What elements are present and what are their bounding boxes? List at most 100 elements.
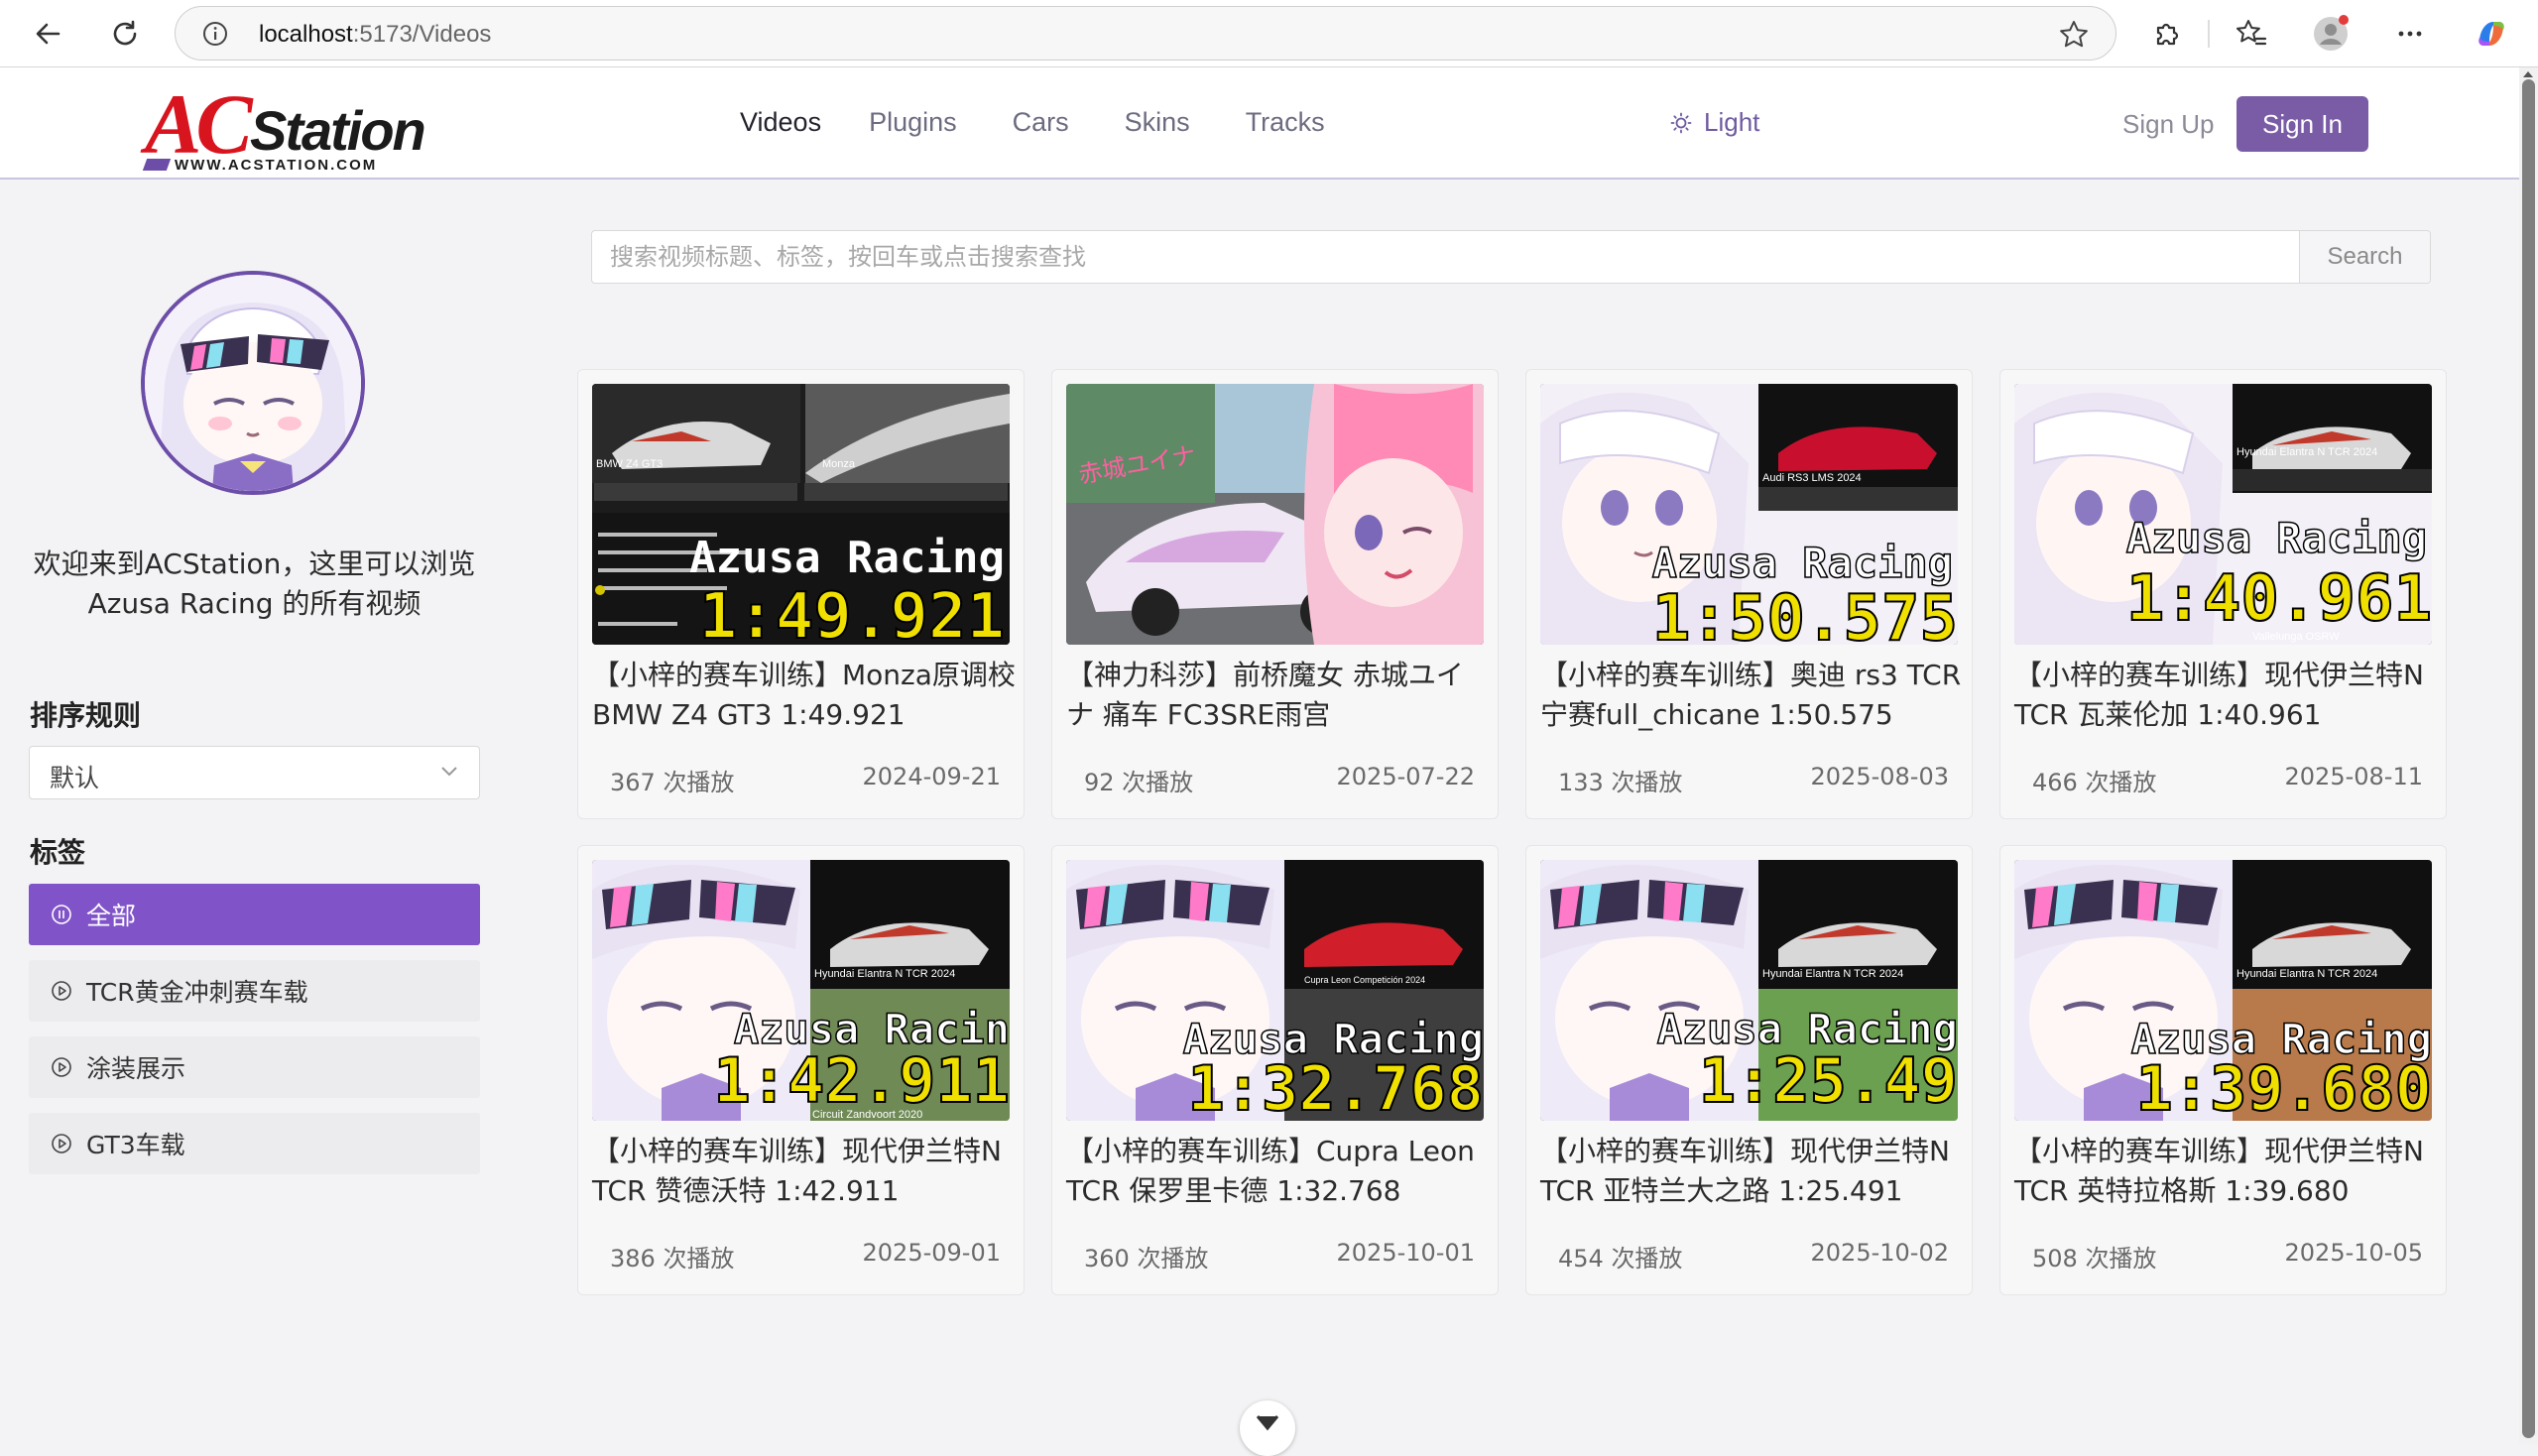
nav-videos[interactable]: Videos (740, 107, 821, 138)
profile-button[interactable] (2305, 8, 2357, 60)
publish-date: 2025-08-11 (2284, 763, 2423, 790)
reload-icon (113, 20, 137, 46)
video-thumbnail[interactable]: Audi RS3 LMS 2024 Azusa Racing 1:50.575 (1540, 384, 1958, 645)
video-card[interactable]: Hyundai Elantra N TCR 2024 Azusa Racing … (1999, 369, 2447, 819)
play-count: 133 次播放 (1558, 769, 1683, 796)
chevron-down-icon (1256, 1415, 1279, 1431)
video-meta: 386 次播放 2025-09-01 (610, 1239, 1001, 1274)
bookmark-star-icon[interactable] (2058, 19, 2090, 55)
play-count: 386 次播放 (610, 1245, 735, 1273)
video-card[interactable]: Cupra Leon Competición 2024 Azusa Racing… (1051, 845, 1499, 1295)
welcome-line-1: 欢迎来到ACStation，这里可以浏览 (33, 547, 476, 580)
thumb-car-text: Hyundai Elantra N TCR 2024 (2236, 968, 2377, 980)
video-thumbnail[interactable]: BMW Z4 GT3 Monza Azusa Racing 1:49.921 (592, 384, 1010, 645)
nav-plugins[interactable]: Plugins (869, 107, 957, 138)
site-info-icon[interactable] (201, 20, 229, 52)
theme-toggle[interactable]: Light (1670, 107, 1759, 138)
tag-livery[interactable]: 涂装展示 (29, 1036, 480, 1098)
video-meta: 133 次播放 2025-08-03 (1558, 763, 1949, 797)
scroll-up-arrow-icon[interactable] (2523, 71, 2533, 77)
copilot-button[interactable] (2466, 8, 2517, 60)
video-title[interactable]: 【小梓的赛车训练】Monza原调校BMW Z4 GT3 1:49.921 (592, 656, 1017, 735)
favorites-button[interactable] (2226, 8, 2277, 60)
back-arrow-icon (36, 23, 60, 45)
nav-tracks[interactable]: Tracks (1246, 107, 1325, 138)
favorites-star-icon (2236, 20, 2267, 46)
sun-icon (1670, 112, 1692, 133)
logo-bar (142, 159, 172, 171)
video-card[interactable]: Hyundai Elantra N TCR 2024 Azusa Racing … (1525, 845, 1973, 1295)
thumb-track-text: Monza (822, 458, 856, 470)
video-card[interactable]: Hyundai Elantra N TCR 2024 Azusa Racing … (1999, 845, 2447, 1295)
thumb-time-text: 1:42.911 (713, 1044, 1010, 1117)
puzzle-icon (2156, 23, 2179, 46)
sign-up-link[interactable]: Sign Up (2122, 109, 2215, 140)
publish-date: 2025-10-05 (2284, 1239, 2423, 1267)
video-title[interactable]: 【小梓的赛车训练】现代伊兰特N TCR 瓦莱伦加 1:40.961 (2014, 656, 2439, 735)
thumb-car-text: BMW Z4 GT3 (596, 458, 663, 470)
back-button[interactable] (22, 8, 73, 60)
video-card[interactable]: Hyundai Elantra N TCR 2024 Azusa Racin 1… (577, 845, 1025, 1295)
more-dots-icon (2398, 31, 2422, 37)
scroll-down-button[interactable] (1240, 1400, 1295, 1456)
video-thumbnail[interactable]: Hyundai Elantra N TCR 2024 Azusa Racing … (2014, 384, 2432, 645)
search-input[interactable] (592, 231, 2298, 283)
tags-heading: 标签 (30, 836, 86, 869)
tag-all[interactable]: 全部 (29, 884, 480, 945)
more-menu-button[interactable] (2384, 8, 2436, 60)
extensions-button[interactable] (2140, 8, 2192, 60)
tag-label: 全部 (86, 902, 137, 930)
play-count: 508 次播放 (2032, 1245, 2157, 1273)
video-thumbnail[interactable]: 赤城ユイナ (1066, 384, 1484, 645)
play-count: 454 次播放 (1558, 1245, 1683, 1273)
video-card[interactable]: 赤城ユイナ 【神力科莎】前桥魔女 赤城ユイナ 痛车 FC3SRE雨宫 92 次播… (1051, 369, 1499, 819)
scrollbar-thumb[interactable] (2522, 79, 2535, 1438)
video-title[interactable]: 【神力科莎】前桥魔女 赤城ユイナ 痛车 FC3SRE雨宫 (1066, 656, 1491, 735)
video-title[interactable]: 【小梓的赛车训练】现代伊兰特N TCR 英特拉格斯 1:39.680 (2014, 1132, 2439, 1211)
thumb-car-text: Cupra Leon Competición 2024 (1304, 975, 1425, 985)
sort-heading: 排序规则 (30, 699, 142, 732)
play-count: 92 次播放 (1084, 769, 1194, 796)
site-header: AC Station WWW.ACSTATION.COM Videos Plug… (0, 67, 2519, 180)
browser-toolbar: localhost:5173/Videos (0, 0, 2538, 67)
video-title[interactable]: 【小梓的赛车训练】现代伊兰特N TCR 赞德沃特 1:42.911 (592, 1132, 1017, 1211)
video-thumbnail[interactable]: Hyundai Elantra N TCR 2024 Azusa Racing … (1540, 860, 1958, 1121)
thumb-car-text: Hyundai Elantra N TCR 2024 (814, 968, 955, 980)
nav-cars[interactable]: Cars (1013, 107, 1069, 138)
video-thumbnail[interactable]: Cupra Leon Competición 2024 Azusa Racing… (1066, 860, 1484, 1121)
nav-skins[interactable]: Skins (1125, 107, 1190, 138)
video-thumbnail[interactable]: Hyundai Elantra N TCR 2024 Azusa Racin 1… (592, 860, 1010, 1121)
publish-date: 2025-10-02 (1810, 1239, 1949, 1267)
publish-date: 2025-07-22 (1336, 763, 1475, 790)
search-button[interactable]: Search (2299, 231, 2430, 283)
logo-ac-text: AC (145, 76, 253, 172)
page-scrollbar[interactable] (2519, 67, 2538, 1444)
play-circle-icon (52, 1057, 71, 1077)
play-count: 466 次播放 (2032, 769, 2157, 796)
tag-tcr[interactable]: TCR黄金冲刺赛车载 (29, 960, 480, 1022)
acstation-logo[interactable]: AC Station WWW.ACSTATION.COM (142, 76, 426, 174)
play-circle-icon (52, 905, 71, 924)
thumb-time-text: 1:49.921 (699, 580, 1005, 645)
welcome-line-2: Azusa Racing 的所有视频 (87, 587, 422, 620)
tag-gt3[interactable]: GT3车载 (29, 1113, 480, 1174)
reload-button[interactable] (99, 8, 151, 60)
publish-date: 2025-10-01 (1336, 1239, 1475, 1267)
video-card[interactable]: Audi RS3 LMS 2024 Azusa Racing 1:50.575 … (1525, 369, 1973, 819)
logo-station-text: Station (250, 99, 426, 162)
video-title[interactable]: 【小梓的赛车训练】奥迪 rs3 TCR 宁赛full_chicane 1:50.… (1540, 656, 1965, 735)
sign-in-button[interactable]: Sign In (2236, 96, 2368, 152)
tag-label: 涂装展示 (86, 1054, 186, 1083)
address-bar[interactable]: localhost:5173/Videos (175, 6, 2116, 61)
sort-select[interactable]: 默认 (29, 746, 480, 799)
url-text: localhost:5173/Videos (259, 21, 492, 48)
video-card[interactable]: BMW Z4 GT3 Monza Azusa Racing 1:49.921 【… (577, 369, 1025, 819)
video-title[interactable]: 【小梓的赛车训练】现代伊兰特N TCR 亚特兰大之路 1:25.491 (1540, 1132, 1965, 1211)
video-title[interactable]: 【小梓的赛车训练】Cupra Leon TCR 保罗里卡德 1:32.768 (1066, 1132, 1491, 1211)
video-thumbnail[interactable]: Hyundai Elantra N TCR 2024 Azusa Racing … (2014, 860, 2432, 1121)
copilot-icon (2478, 22, 2504, 46)
toolbar-divider (2208, 20, 2210, 48)
thumb-track-text: Circuit Zandvoort 2020 (812, 1109, 922, 1121)
thumb-time-text: 1:40.961 (2126, 562, 2432, 636)
video-meta: 466 次播放 2025-08-11 (2032, 763, 2423, 797)
